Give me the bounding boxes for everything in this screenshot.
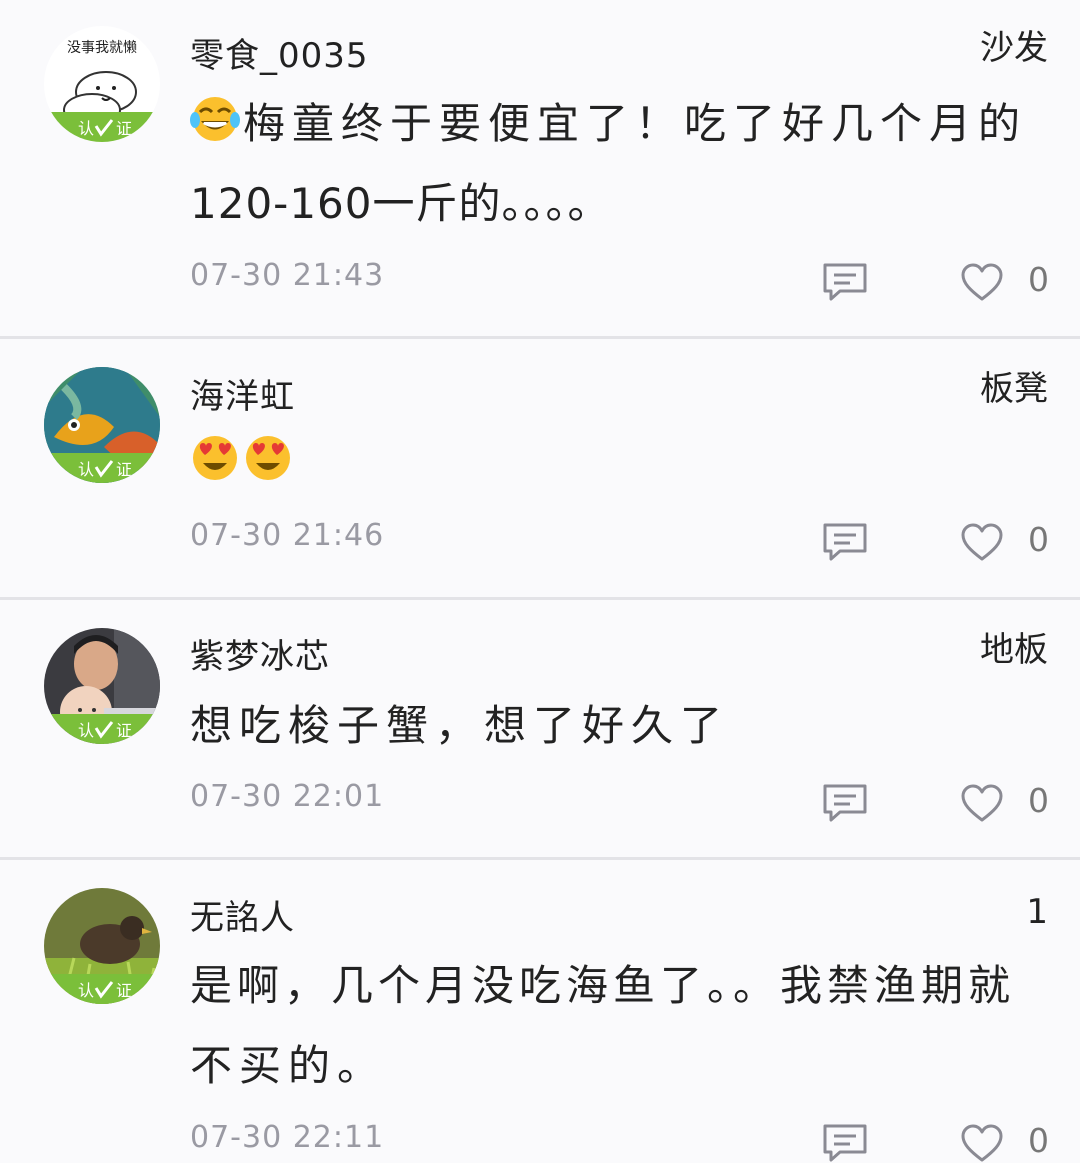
verified-label-right: 证 (116, 460, 132, 479)
like-count: 0 (1028, 520, 1049, 559)
username[interactable]: 紫梦冰芯 (190, 637, 330, 677)
floor-label: 板凳 (980, 369, 1048, 409)
verified-label-right: 证 (116, 721, 132, 740)
comment-text-line-2: 不买的。 (190, 1041, 387, 1090)
heart-outline-icon[interactable] (960, 1123, 1004, 1163)
verified-badge: 认 证 (44, 974, 160, 1004)
comment-list: 没事我就懒 认 证 零食_0035 沙发 梅童终于要便宜了！吃了好几个月的 12… (0, 0, 1080, 1163)
timestamp: 07-30 22:01 (190, 779, 385, 814)
username[interactable]: 海洋虹 (190, 377, 295, 417)
heart-eyes-emoji-icon (193, 436, 237, 480)
verified-label-left: 认 (78, 460, 94, 479)
comment-text: 想吃梭子蟹，想了好久了 (190, 686, 1050, 766)
comment-item: 认 证 无詺人 1 是啊，几个月没吃海鱼了。。我禁渔期就 不买的。 07-30 … (0, 860, 1080, 1163)
avatar[interactable]: 没事我就懒 认 证 (44, 26, 160, 142)
comment-text-line-1: 是啊，几个月没吃海鱼了。。我禁渔期就 (190, 961, 1016, 1010)
avatar[interactable]: 认 证 (44, 367, 160, 483)
comment-text-line-1: 梅童终于要便宜了！吃了好几个月的 (243, 99, 1028, 148)
heart-outline-icon[interactable] (960, 783, 1004, 823)
comment-item: 认 证 海洋虹 板凳 07-30 21:46 0 (0, 339, 1080, 597)
username[interactable]: 零食_0035 (190, 36, 369, 76)
floor-label: 沙发 (980, 28, 1048, 68)
heart-outline-icon[interactable] (960, 522, 1004, 562)
tears-of-joy-emoji-icon (190, 97, 240, 141)
comment-text (190, 423, 1050, 503)
verified-badge: 认 证 (44, 112, 160, 142)
verified-label-left: 认 (78, 721, 94, 740)
comment-bubble-icon[interactable] (822, 522, 868, 562)
floor-label: 1 (1026, 892, 1048, 932)
like-count: 0 (1028, 781, 1049, 820)
verified-label-right: 证 (116, 119, 132, 138)
avatar[interactable]: 认 证 (44, 888, 160, 1004)
like-count: 0 (1028, 260, 1049, 299)
verified-label-left: 认 (78, 119, 94, 138)
comment-bubble-icon[interactable] (822, 262, 868, 302)
timestamp: 07-30 21:43 (190, 258, 385, 293)
heart-outline-icon[interactable] (960, 262, 1004, 302)
comment-text: 梅童终于要便宜了！吃了好几个月的 120-160一斤的。。。。 (190, 84, 1050, 244)
comment-text-line-1: 想吃梭子蟹，想了好久了 (190, 701, 730, 750)
verified-badge: 认 证 (44, 453, 160, 483)
avatar-caption: 没事我就懒 (67, 40, 137, 56)
verified-label-right: 证 (116, 981, 132, 1000)
comment-item: 没事我就懒 认 证 零食_0035 沙发 梅童终于要便宜了！吃了好几个月的 12… (0, 0, 1080, 336)
verified-badge: 认 证 (44, 714, 160, 744)
username[interactable]: 无詺人 (190, 898, 295, 938)
like-count: 0 (1028, 1121, 1049, 1160)
comment-bubble-icon[interactable] (822, 783, 868, 823)
comment-text-line-2: 120-160一斤的。。。。 (190, 179, 611, 228)
comment-item: 认 证 紫梦冰芯 地板 想吃梭子蟹，想了好久了 07-30 22:01 0 (0, 600, 1080, 857)
timestamp: 07-30 22:11 (190, 1120, 385, 1155)
avatar[interactable]: 认 证 (44, 628, 160, 744)
timestamp: 07-30 21:46 (190, 518, 385, 553)
heart-eyes-emoji-icon (246, 436, 290, 480)
floor-label: 地板 (980, 630, 1048, 670)
comment-text: 是啊，几个月没吃海鱼了。。我禁渔期就 不买的。 (190, 946, 1050, 1106)
verified-label-left: 认 (78, 981, 94, 1000)
comment-bubble-icon[interactable] (822, 1123, 868, 1163)
